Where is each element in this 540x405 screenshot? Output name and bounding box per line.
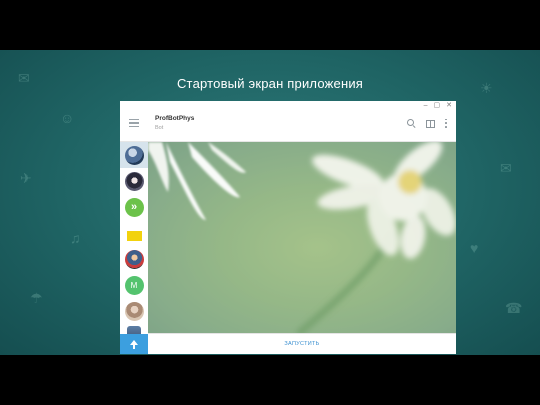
scroll-up-button[interactable] bbox=[120, 334, 148, 354]
more-vertical-icon[interactable] bbox=[444, 118, 448, 128]
daisy-wallpaper bbox=[148, 142, 456, 334]
doodle-icon: ✈ bbox=[20, 170, 32, 186]
arrow-up-icon bbox=[130, 339, 138, 349]
chat-list-sidebar: » M bbox=[120, 142, 149, 354]
start-button[interactable]: ЗАПУСТИТЬ bbox=[148, 333, 456, 354]
chat-status: Bot bbox=[155, 125, 164, 131]
doodle-icon: ♫ bbox=[70, 230, 81, 246]
doodle-icon: ✉ bbox=[500, 160, 512, 176]
doodle-icon: ☂ bbox=[30, 290, 43, 306]
chat-item-3[interactable]: » bbox=[120, 194, 148, 220]
telegram-window: – ▢ ✕ ProfBotPhys Bot » M ЗАПУСТИТЬ bbox=[120, 101, 456, 354]
chat-item-7[interactable] bbox=[120, 298, 148, 324]
avatar bbox=[124, 145, 144, 165]
avatar bbox=[124, 171, 144, 191]
sidebar-toggle-icon[interactable] bbox=[425, 118, 435, 128]
chat-item-1[interactable] bbox=[120, 142, 148, 168]
chat-item-2[interactable] bbox=[120, 168, 148, 194]
doodle-icon: ♥ bbox=[470, 240, 479, 256]
chat-item-5[interactable] bbox=[120, 246, 148, 272]
chat-background bbox=[148, 142, 456, 334]
doodle-icon: ☎ bbox=[505, 300, 523, 316]
chat-item-6[interactable]: M bbox=[120, 272, 148, 298]
avatar bbox=[124, 301, 144, 321]
doodle-icon: ☺ bbox=[60, 110, 75, 126]
hamburger-menu-icon[interactable] bbox=[129, 119, 139, 127]
search-icon[interactable] bbox=[406, 118, 416, 128]
chat-header: ProfBotPhys Bot bbox=[120, 109, 456, 142]
start-button-label: ЗАПУСТИТЬ bbox=[284, 341, 320, 347]
chat-item-4[interactable] bbox=[120, 220, 148, 246]
yellow-lock-icon bbox=[126, 225, 142, 241]
avatar bbox=[124, 249, 144, 269]
chat-title[interactable]: ProfBotPhys bbox=[155, 115, 194, 122]
letter-avatar: M bbox=[124, 275, 144, 295]
slide-background: ✉ ☺ ✈ ♫ ☂ ☀ ✉ ♥ ☎ Стартовый экран прилож… bbox=[0, 50, 540, 355]
slide-title: Стартовый экран приложения bbox=[176, 76, 364, 91]
forward-arrows-icon: » bbox=[124, 197, 144, 217]
